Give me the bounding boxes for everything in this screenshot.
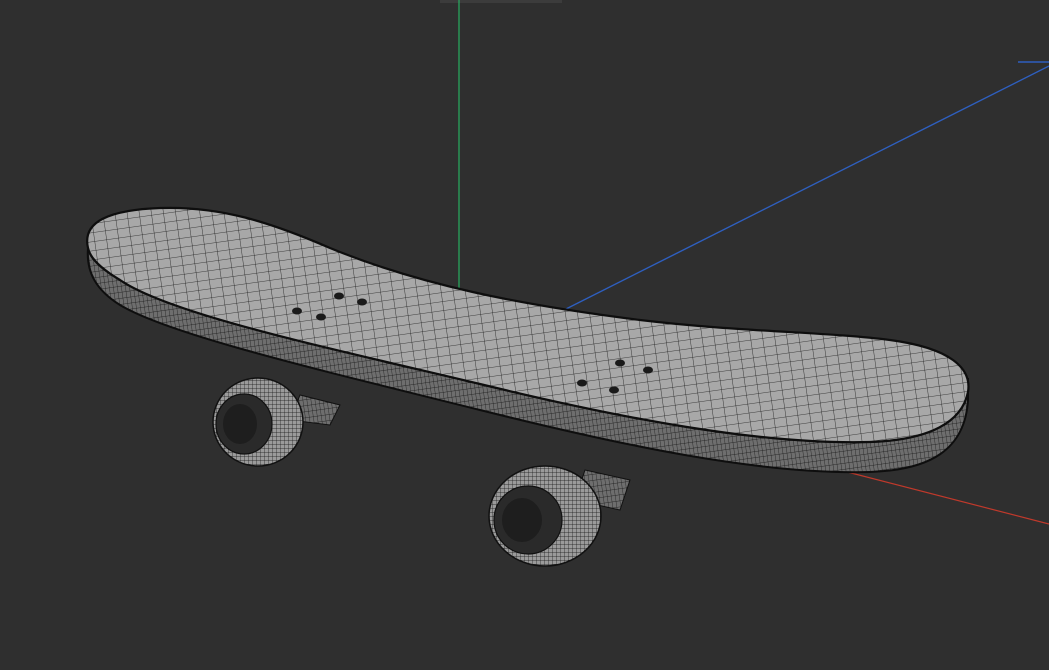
3d-viewport[interactable] <box>0 0 1049 670</box>
front-wheel[interactable] <box>488 465 631 567</box>
bolt-hole <box>316 313 326 321</box>
bolt-hole <box>615 359 625 367</box>
x-axis-line <box>819 464 1049 525</box>
bolt-hole <box>292 307 302 315</box>
bolt-hole <box>643 366 653 374</box>
viewport-canvas[interactable] <box>0 0 1049 670</box>
bolt-hole <box>357 298 367 306</box>
z-axis-line <box>559 65 1049 313</box>
bolt-hole <box>334 292 344 300</box>
bolt-hole <box>609 386 619 394</box>
bolt-hole <box>577 379 587 387</box>
rear-wheel[interactable] <box>212 377 341 467</box>
